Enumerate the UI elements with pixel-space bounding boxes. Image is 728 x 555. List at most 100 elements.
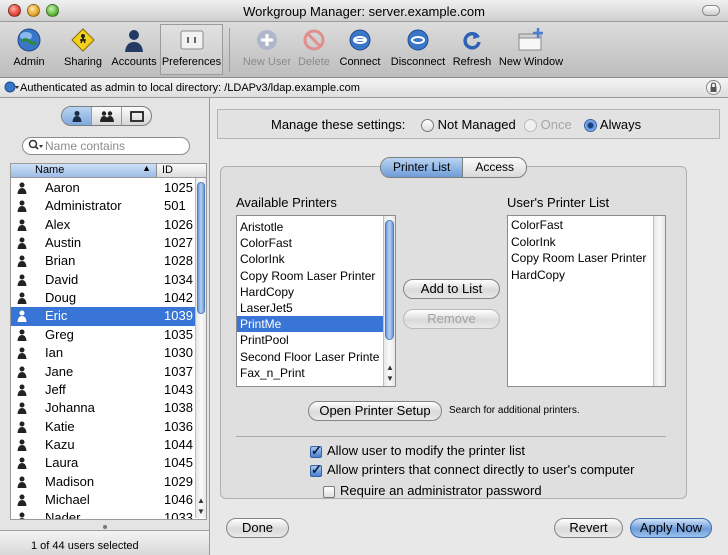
scroll-thumb[interactable] — [197, 182, 205, 314]
sort-ascending-icon: ▲ — [142, 163, 151, 173]
toolbar-refresh-button[interactable]: Refresh — [451, 26, 493, 68]
list-item[interactable]: ColorFast — [240, 235, 292, 251]
list-item[interactable]: ColorInk — [240, 251, 285, 267]
table-row[interactable]: Laura 1045 — [11, 454, 197, 472]
globe-menu-icon[interactable] — [4, 81, 20, 96]
table-row[interactable]: Ian 1030 — [11, 344, 197, 362]
id-column-header[interactable]: ID — [162, 164, 173, 176]
toolbar-connect-button[interactable]: Connect — [336, 26, 384, 68]
user-id: 1036 — [164, 418, 193, 434]
radio-once[interactable]: Once — [524, 117, 572, 133]
list-item[interactable]: Fax_n_Print — [240, 365, 305, 381]
list-item[interactable]: ColorFast — [511, 217, 563, 233]
list-item[interactable]: Copy Room Laser Printer — [511, 250, 646, 266]
user-list-scrollbar[interactable]: ▲ ▼ — [195, 178, 206, 518]
scroll-up-arrow[interactable]: ▲ — [385, 363, 395, 373]
table-row[interactable]: Kazu 1044 — [11, 436, 197, 454]
toolbar-disconnect-button[interactable]: Disconnect — [388, 26, 448, 68]
scroll-up-arrow[interactable]: ▲ — [196, 496, 206, 506]
lock-icon[interactable] — [706, 80, 721, 98]
radio-button — [524, 119, 537, 133]
table-row[interactable]: Alex 1026 — [11, 216, 197, 234]
groups-tab[interactable] — [92, 107, 122, 125]
add-to-list-button[interactable]: Add to List — [403, 279, 500, 299]
user-name: Kazu — [45, 436, 75, 452]
user-id: 1038 — [164, 400, 193, 416]
list-item[interactable]: ColorInk — [511, 234, 556, 250]
table-row[interactable]: Madison 1029 — [11, 473, 197, 491]
toolbar-toggle-button[interactable] — [702, 5, 720, 16]
toolbar-delete-button[interactable]: Delete — [295, 26, 333, 68]
user-id: 1033 — [164, 510, 193, 520]
group-icon — [99, 111, 114, 122]
user-id: 1039 — [164, 308, 193, 324]
radio-not-managed[interactable]: Not Managed — [421, 117, 516, 133]
table-row[interactable]: Katie 1036 — [11, 418, 197, 436]
split-view-handle[interactable] — [100, 520, 110, 530]
toolbar-preferences-button[interactable]: Preferences — [161, 26, 222, 68]
table-row[interactable]: Jane 1037 — [11, 363, 197, 381]
user-id: 1045 — [164, 455, 193, 471]
toolbar-divider — [229, 28, 230, 72]
computers-tab[interactable] — [122, 107, 151, 125]
table-row[interactable]: Johanna 1038 — [11, 399, 197, 417]
user-id: 501 — [164, 198, 186, 214]
search-input[interactable]: Name contains — [22, 137, 190, 155]
scroll-thumb[interactable] — [385, 220, 394, 340]
tab-printer-list[interactable]: Printer List — [381, 158, 464, 177]
user-name: Eric — [45, 308, 68, 324]
users-printer-list-scrollbar[interactable] — [653, 216, 665, 386]
allow-modify-printer-list-checkbox[interactable]: Allow user to modify the printer list — [310, 443, 525, 459]
person-icon — [17, 237, 27, 250]
list-item[interactable]: Aristotle — [240, 219, 283, 235]
list-item[interactable]: HardCopy — [240, 284, 294, 300]
person-icon — [17, 219, 27, 231]
user-id: 1044 — [164, 436, 193, 452]
table-row[interactable]: Austin 1027 — [11, 234, 197, 252]
user-id: 1028 — [164, 253, 193, 269]
user-name: Brian — [45, 253, 76, 269]
table-row[interactable]: Greg 1035 — [11, 326, 197, 344]
scroll-down-arrow[interactable]: ▼ — [196, 507, 206, 517]
table-row[interactable]: Eric 1039 — [11, 307, 197, 326]
list-item[interactable]: PrintPool — [240, 332, 289, 348]
done-button[interactable]: Done — [226, 518, 289, 538]
sharing-icon — [69, 26, 97, 54]
allow-direct-printers-checkbox[interactable]: Allow printers that connect directly to … — [310, 462, 634, 478]
toolbar-admin-button[interactable]: Admin — [10, 26, 48, 68]
open-printer-setup-button[interactable]: Open Printer Setup — [308, 401, 442, 421]
search-icon[interactable] — [28, 139, 44, 156]
person-icon — [17, 292, 27, 305]
tab-access[interactable]: Access — [463, 158, 526, 177]
revert-button[interactable]: Revert — [554, 518, 623, 538]
apply-now-button[interactable]: Apply Now — [630, 518, 712, 538]
available-printers-scrollbar[interactable]: ▲ ▼ — [383, 216, 395, 386]
table-row[interactable]: Jeff 1043 — [11, 381, 197, 399]
users-printer-list[interactable]: ColorFast ColorInk Copy Room Laser Printer… — [507, 215, 666, 387]
table-row[interactable]: David 1034 — [11, 271, 197, 289]
scroll-down-arrow[interactable]: ▼ — [385, 374, 395, 384]
toolbar-new-user-button[interactable]: New User — [241, 26, 293, 68]
radio-always[interactable]: Always — [584, 117, 641, 133]
list-item[interactable]: PrintMe — [237, 316, 383, 333]
list-item[interactable]: Copy Room Laser Printer — [240, 268, 375, 284]
available-printers-list[interactable]: Aristotle ColorFast ColorInk Copy Room Lase… — [236, 215, 396, 387]
table-row[interactable]: Nader 1033 — [11, 509, 197, 520]
table-row[interactable]: Aaron 1025 — [11, 179, 197, 197]
user-name: Madison — [45, 473, 95, 489]
require-admin-password-checkbox[interactable]: Require an administrator password — [323, 483, 542, 498]
toolbar-sharing-button[interactable]: Sharing — [58, 26, 108, 68]
toolbar-accounts-button[interactable]: Accounts — [108, 26, 160, 68]
table-row[interactable]: Administrator 501 — [11, 197, 197, 215]
table-row[interactable]: Brian 1028 — [11, 252, 197, 270]
toolbar-new-window-button[interactable]: New Window — [497, 26, 565, 68]
list-item[interactable]: Second Floor Laser Printe — [240, 349, 379, 365]
table-row[interactable]: Michael 1046 — [11, 491, 197, 509]
user-id: 1026 — [164, 216, 193, 232]
list-item[interactable]: HardCopy — [511, 267, 565, 283]
name-column-header[interactable]: Name ▲ — [11, 163, 157, 177]
users-tab[interactable] — [62, 107, 92, 125]
remove-button[interactable]: Remove — [403, 309, 500, 329]
table-row[interactable]: Doug 1042 — [11, 289, 197, 307]
list-item[interactable]: LaserJet5 — [240, 300, 293, 316]
